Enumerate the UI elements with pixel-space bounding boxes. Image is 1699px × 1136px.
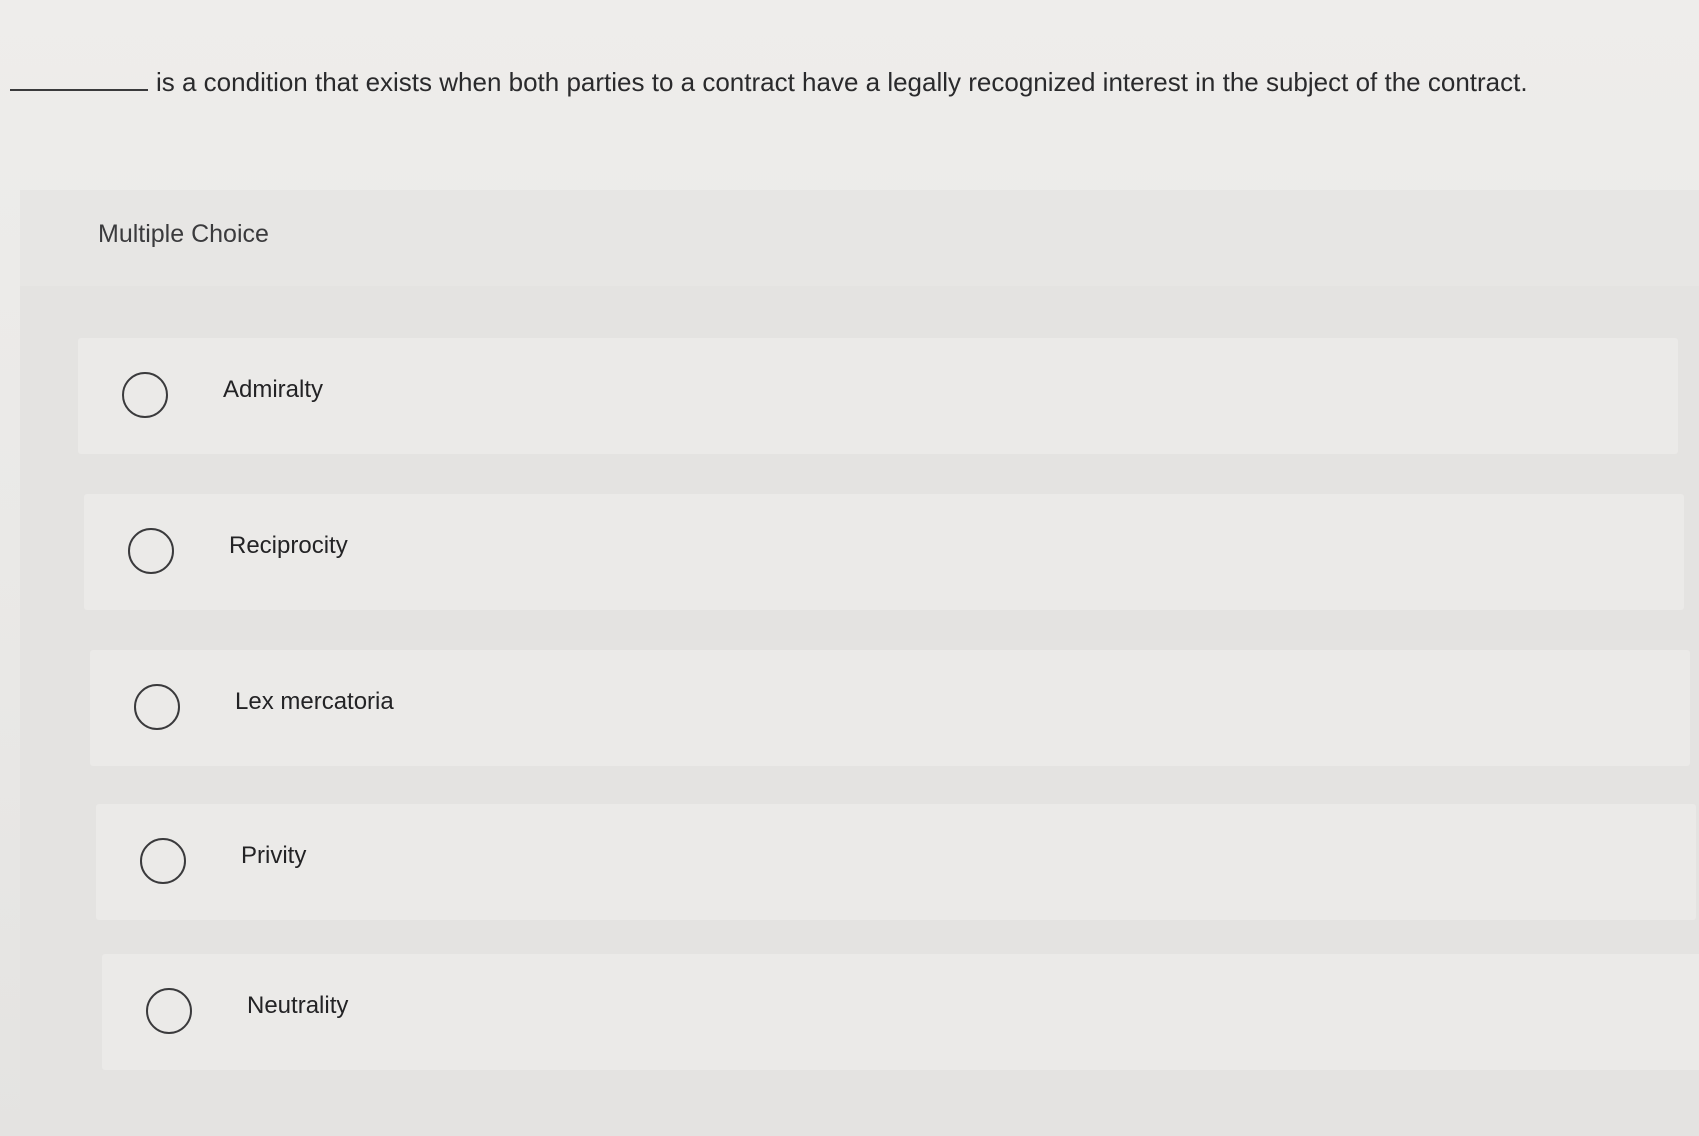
- option-privity[interactable]: Privity: [96, 804, 1696, 920]
- option-label: Admiralty: [223, 376, 324, 403]
- answer-blank: [10, 89, 148, 92]
- option-label: Privity: [241, 842, 307, 869]
- option-label: Lex mercatoria: [235, 688, 394, 715]
- option-neutrality[interactable]: Neutrality: [102, 954, 1699, 1070]
- question-text: is a condition that exists when both par…: [156, 67, 1528, 97]
- radio-circle-icon[interactable]: [128, 528, 174, 574]
- multiple-choice-panel: Multiple Choice Admiralty Reciprocity Le…: [20, 190, 1699, 1136]
- radio-circle-icon[interactable]: [140, 838, 186, 884]
- radio-circle-icon[interactable]: [122, 372, 168, 418]
- page: is a condition that exists when both par…: [0, 0, 1699, 1136]
- radio-circle-icon[interactable]: [146, 988, 192, 1034]
- option-label: Reciprocity: [229, 532, 348, 559]
- question-prompt: is a condition that exists when both par…: [10, 52, 1660, 112]
- panel-label: Multiple Choice: [98, 220, 269, 248]
- panel-header: Multiple Choice: [20, 190, 1699, 286]
- radio-circle-icon[interactable]: [134, 684, 180, 730]
- option-reciprocity[interactable]: Reciprocity: [84, 494, 1684, 610]
- option-lex-mercatoria[interactable]: Lex mercatoria: [90, 650, 1690, 766]
- option-admiralty[interactable]: Admiralty: [78, 338, 1678, 454]
- option-label: Neutrality: [247, 992, 349, 1019]
